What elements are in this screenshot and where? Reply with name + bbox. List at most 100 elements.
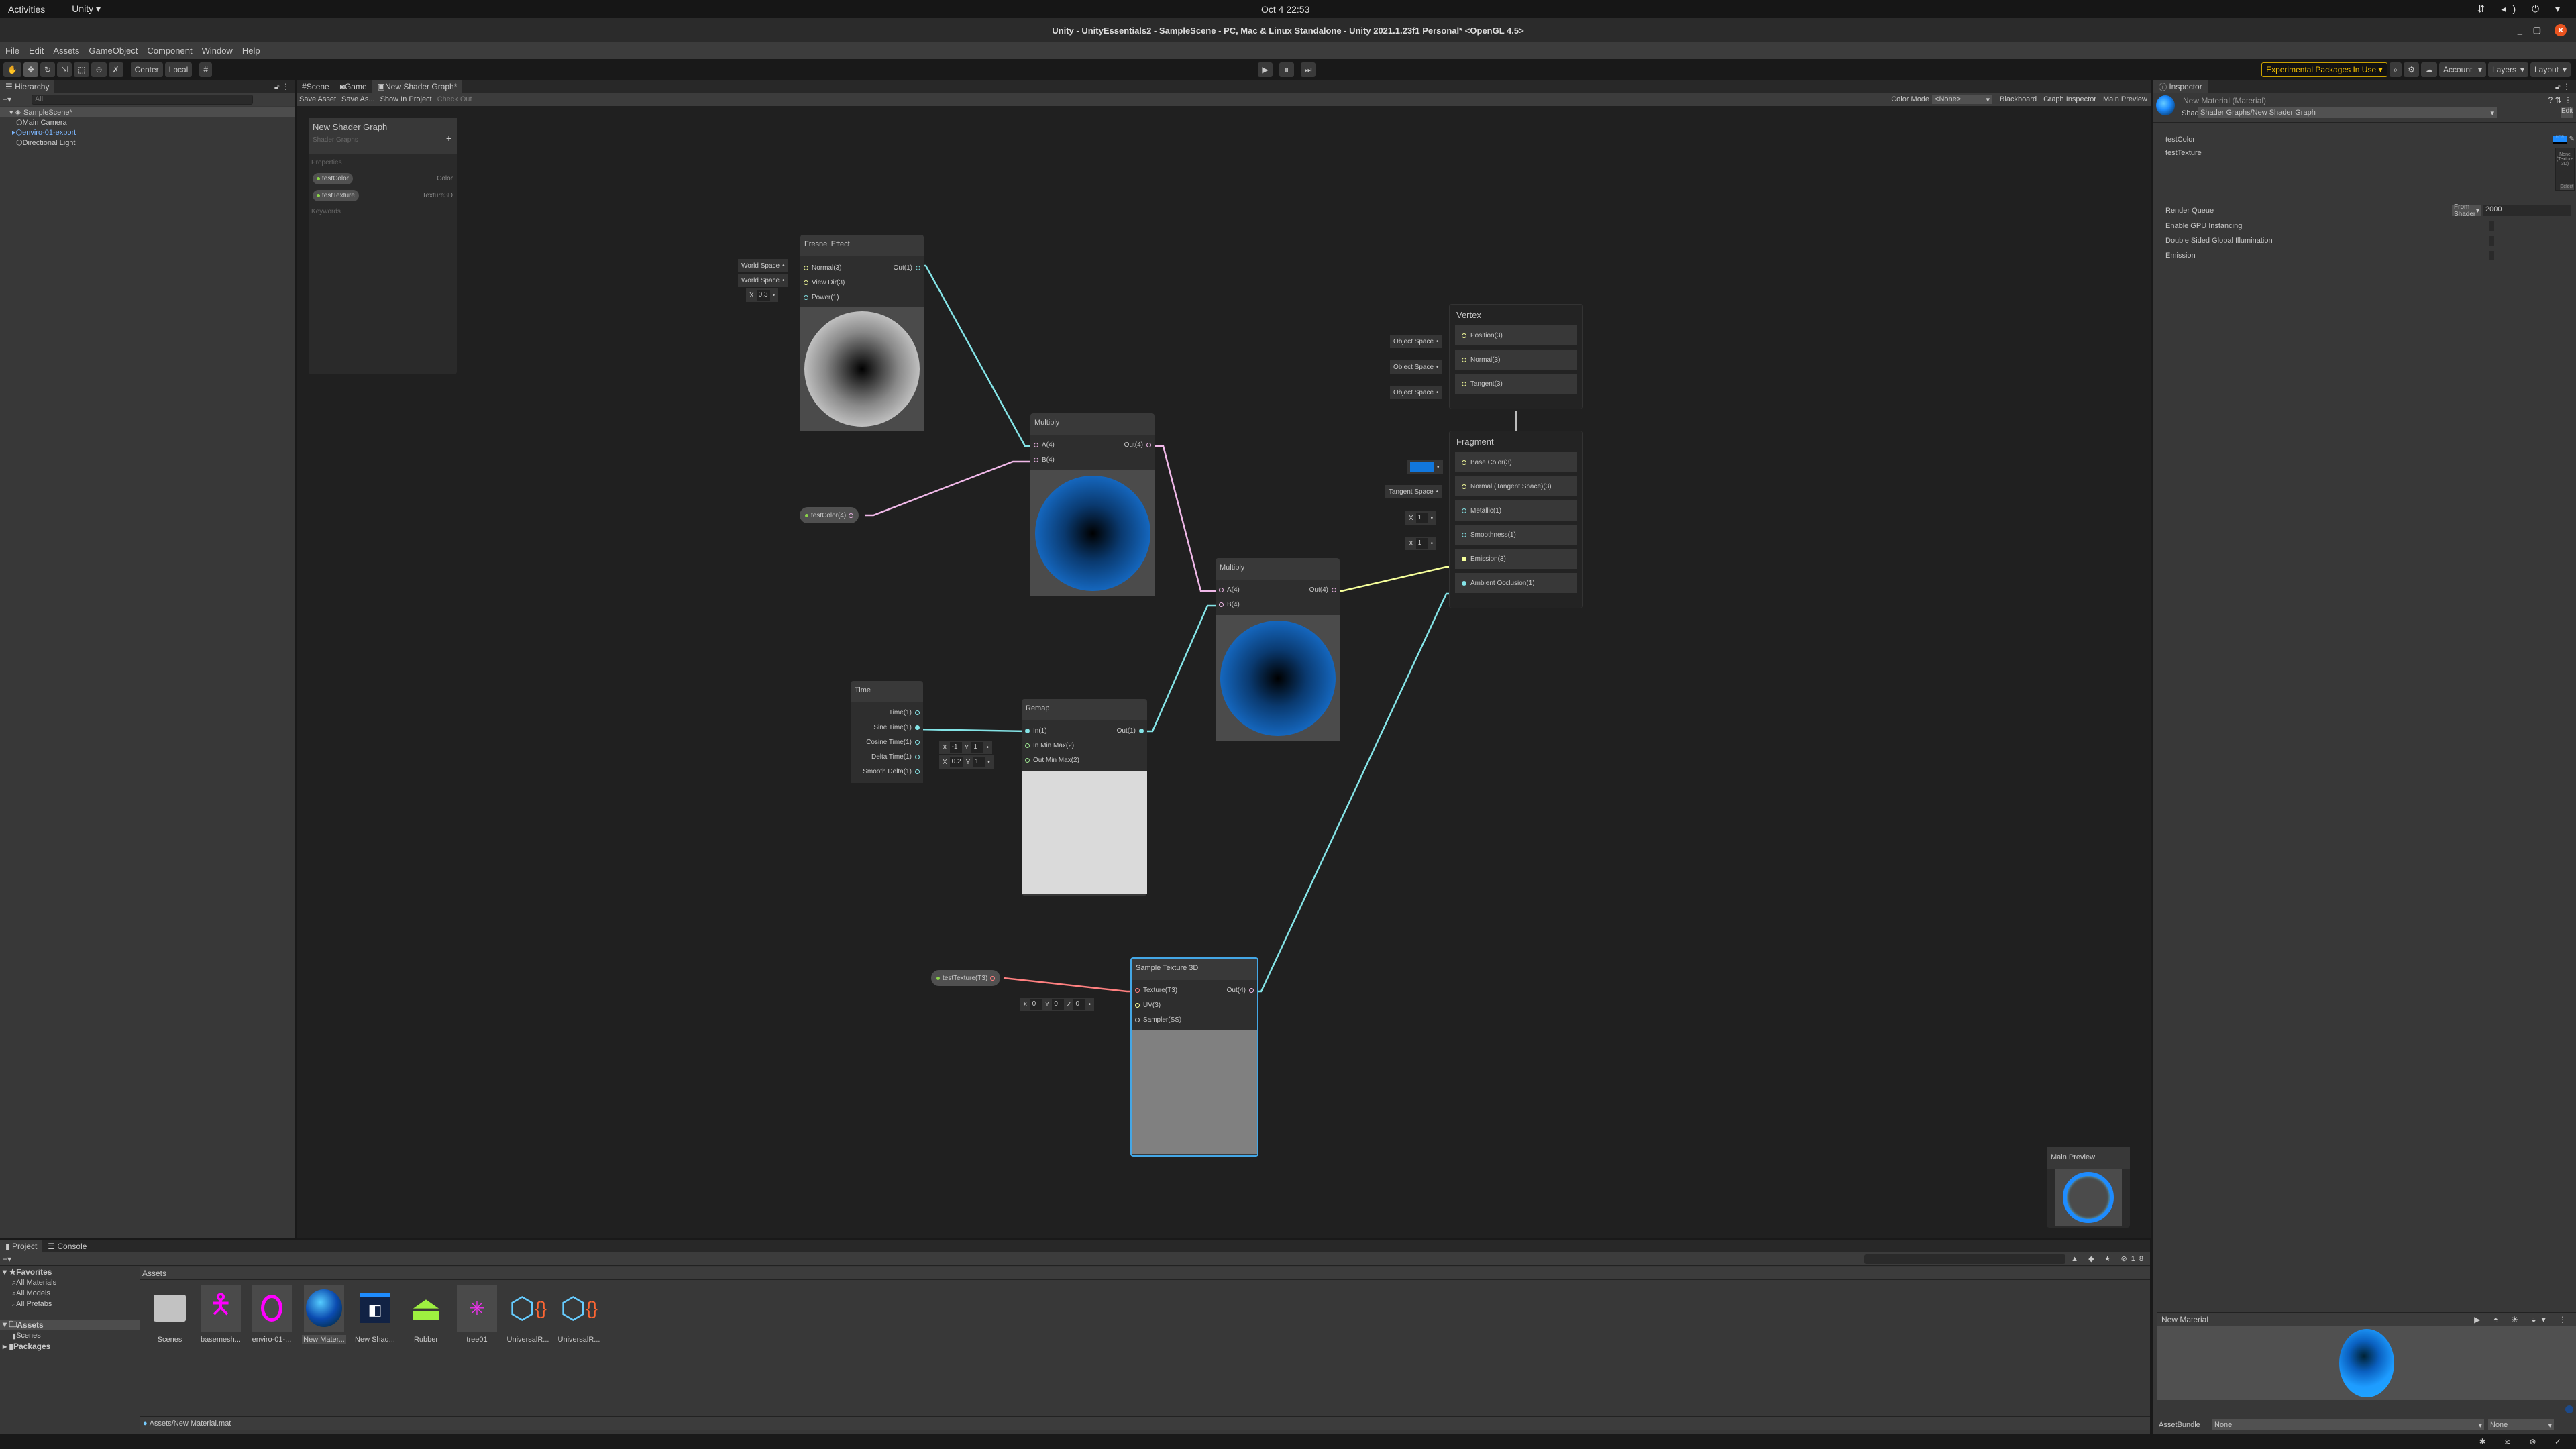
menu-window[interactable]: Window — [202, 46, 233, 56]
port-view-dir[interactable]: View Dir(3) — [800, 275, 868, 290]
transform-tool-icon[interactable]: ⊕ — [91, 62, 107, 77]
hand-tool-icon[interactable]: ✋ — [3, 62, 21, 77]
emission-checkbox[interactable] — [2489, 251, 2494, 260]
asset-universal-rp-1[interactable]: ⬡{} UniversalR... — [504, 1285, 551, 1344]
blackboard-toggle[interactable]: Blackboard — [1996, 95, 2040, 103]
asset-new-shader-graph[interactable]: ◧ New Shad... — [352, 1285, 398, 1344]
scale-tool-icon[interactable]: ⇲ — [57, 62, 72, 77]
save-asset-button[interactable]: Save Asset — [297, 95, 339, 103]
double-sided-gi-row[interactable]: Double Sided Global Illumination — [2165, 233, 2273, 248]
tab-game[interactable]: ◙ Game — [335, 80, 372, 93]
normal-tangent-space-field[interactable]: Tangent Space • — [1385, 485, 1442, 498]
add-asset-icon[interactable]: +▾ — [3, 1254, 11, 1264]
close-button[interactable]: × — [2555, 24, 2567, 36]
asset-scenes-folder[interactable]: Scenes — [146, 1285, 193, 1344]
color-mode-dropdown[interactable]: <None> ▾ — [1932, 95, 1993, 104]
assets-folder-row[interactable]: ▾ 🗀︎ Assets — [0, 1320, 140, 1330]
slot-smoothness[interactable]: Smoothness(1) — [1455, 525, 1577, 545]
power-field[interactable]: X 0.3 • — [746, 288, 779, 302]
step-button[interactable]: ⏭ — [1301, 62, 1316, 77]
port-smooth-delta[interactable]: Smooth Delta(1) — [851, 764, 923, 779]
hierarchy-item[interactable]: ▸⬡ enviro-01-export — [0, 127, 295, 138]
port-out[interactable]: Out(1) — [1114, 720, 1147, 735]
menu-file[interactable]: File — [5, 46, 19, 56]
label-icon[interactable] — [2565, 1405, 2573, 1413]
port-time[interactable]: Time(1) — [851, 705, 923, 720]
property-node-testcolor[interactable]: testColor(4) — [800, 507, 859, 523]
port-uv[interactable]: UV(3) — [1132, 998, 1185, 1012]
emission-row[interactable]: Emission — [2165, 248, 2196, 263]
tab-shader-graph[interactable]: ▣ New Shader Graph* — [372, 80, 463, 93]
system-tray-icons[interactable]: ⇵ ◂) ⏻ ▾ — [2477, 3, 2567, 15]
edit-shader-button[interactable]: Edit... — [2561, 107, 2573, 118]
menu-gameobject[interactable]: GameObject — [89, 46, 138, 56]
graph-inspector-toggle[interactable]: Graph Inspector — [2040, 95, 2100, 103]
node-fresnel-effect[interactable]: Fresnel Effect Normal(3) View Dir(3) Pow… — [800, 235, 924, 431]
property-row[interactable]: testTexture Texture3D — [309, 186, 457, 203]
port-in-min-max[interactable]: In Min Max(2) — [1022, 738, 1083, 753]
menu-edit[interactable]: Edit — [29, 46, 44, 56]
port-out-min-max[interactable]: Out Min Max(2) — [1022, 753, 1083, 767]
slot-base-color[interactable]: Base Color(3) — [1455, 452, 1577, 472]
menu-help[interactable]: Help — [242, 46, 260, 56]
status-icons[interactable]: ✱ ≋ ⊗ ✓ — [2479, 1437, 2569, 1446]
metallic-field[interactable]: X 1 • — [1405, 511, 1437, 525]
maximize-button[interactable]: ▢ — [2533, 25, 2541, 36]
render-queue-mode-dropdown[interactable]: From Shader ▾ — [2452, 203, 2481, 218]
port-in[interactable]: In(1) — [1022, 723, 1083, 738]
asset-new-material[interactable]: New Mater... — [301, 1285, 347, 1344]
port-out[interactable]: Out(4) — [1224, 980, 1257, 995]
master-stack-fragment[interactable]: Fragment Base Color(3) Normal (Tangent S… — [1449, 431, 1583, 608]
search-icon[interactable]: ⌕ — [2389, 62, 2402, 77]
activities-button[interactable]: Activities — [8, 4, 45, 15]
asset-tree01[interactable]: ✳ tree01 — [453, 1285, 500, 1344]
tangent-space-field[interactable]: Object Space • — [1390, 386, 1442, 399]
slot-tangent[interactable]: Tangent(3) — [1455, 374, 1577, 394]
port-sine-time[interactable]: Sine Time(1) — [851, 720, 923, 735]
render-queue-input[interactable]: 2000 — [2483, 205, 2571, 216]
layers-dropdown[interactable]: Layers ▾ — [2488, 62, 2528, 77]
normal-space-field[interactable]: World Space • — [738, 259, 788, 272]
position-space-field[interactable]: Object Space • — [1390, 335, 1442, 348]
grid-snap-icon[interactable]: # — [199, 62, 213, 77]
account-dropdown[interactable]: Account ▾ — [2439, 62, 2486, 77]
eyedropper-icon[interactable]: ✎ — [2569, 136, 2575, 143]
material-preview[interactable] — [2157, 1326, 2576, 1400]
texture-select-button[interactable]: Select — [2559, 184, 2574, 190]
rect-tool-icon[interactable]: ⬚ — [74, 62, 90, 77]
slot-normal[interactable]: Normal(3) — [1455, 350, 1577, 370]
base-color-field[interactable]: • — [1407, 460, 1443, 474]
favorites-row[interactable]: ▾ ★ Favorites — [0, 1267, 140, 1277]
scenes-folder-row[interactable]: ▮ Scenes — [0, 1330, 140, 1341]
tab-scene[interactable]: # Scene — [297, 80, 335, 93]
asset-rubber[interactable]: ⏏ Rubber — [402, 1285, 449, 1344]
app-menu[interactable]: Unity ▾ — [72, 3, 101, 15]
help-settings-icons[interactable]: ? ⇅ ⋮ — [2548, 95, 2572, 105]
port-b[interactable]: B(4) — [1216, 597, 1243, 612]
cloud-settings-icon[interactable]: ⚙ — [2404, 62, 2419, 77]
out-min-max-field[interactable]: X 0.2 Y 1 • — [939, 755, 994, 769]
gpu-instancing-checkbox[interactable] — [2489, 221, 2494, 231]
check-out-button[interactable]: Check Out — [435, 95, 475, 103]
slot-ambient-occlusion[interactable]: Ambient Occlusion(1) — [1455, 573, 1577, 593]
slot-position[interactable]: Position(3) — [1455, 325, 1577, 345]
slot-normal-tangent[interactable]: Normal (Tangent Space)(3) — [1455, 476, 1577, 496]
lock-icon[interactable]: 🔓︎ ⋮ — [274, 82, 290, 92]
hierarchy-item[interactable]: ⬡ Directional Light — [0, 138, 295, 148]
in-min-max-field[interactable]: X -1 Y 1 • — [939, 741, 992, 754]
fav-item[interactable]: ⌕ All Models — [0, 1288, 140, 1299]
lock-icon[interactable]: 🔓︎ ⋮ — [2555, 82, 2571, 92]
port-b[interactable]: B(4) — [1030, 452, 1058, 467]
tab-hierarchy[interactable]: ☰ Hierarchy — [0, 80, 55, 93]
show-in-project-button[interactable]: Show In Project — [378, 95, 435, 103]
node-multiply-1[interactable]: Multiply A(4) B(4) Out(4) — [1030, 413, 1155, 596]
fav-item[interactable]: ⌕ All Prefabs — [0, 1299, 140, 1309]
menu-component[interactable]: Component — [147, 46, 192, 56]
collab-icon[interactable]: ☁ — [2421, 62, 2437, 77]
scene-row[interactable]: ▾ ◈ SampleScene* — [0, 107, 295, 117]
play-button[interactable]: ▶ — [1258, 62, 1273, 77]
port-sampler[interactable]: Sampler(SS) — [1132, 1012, 1185, 1027]
node-remap[interactable]: Remap In(1) In Min Max(2) Out Min Max(2)… — [1022, 699, 1147, 896]
color-swatch[interactable] — [1410, 462, 1434, 472]
pivot-local-button[interactable]: Local — [164, 62, 193, 77]
